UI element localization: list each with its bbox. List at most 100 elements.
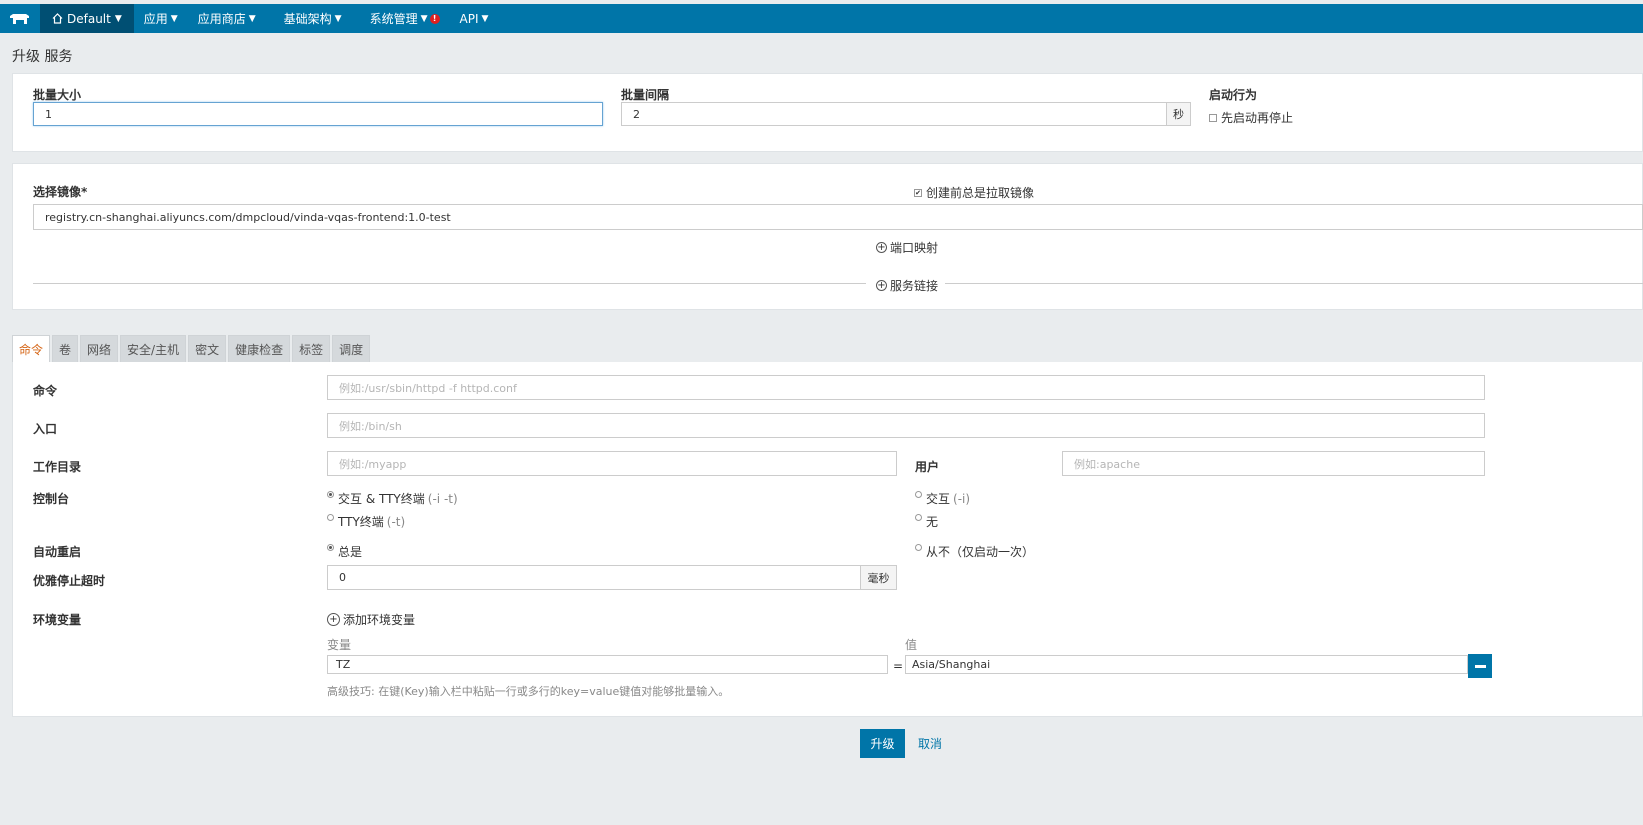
nav-infrastructure[interactable]: 基础架构 ▼ bbox=[266, 4, 360, 33]
tab-volumes[interactable]: 卷 bbox=[52, 335, 79, 363]
batch-size-label: 批量大小 bbox=[33, 88, 82, 102]
nav-api-label: API bbox=[459, 11, 479, 26]
tab-secrets[interactable]: 密文 bbox=[188, 335, 227, 363]
nav-catalog[interactable]: 应用商店 ▼ bbox=[188, 4, 266, 33]
stop-timeout-unit: 毫秒 bbox=[860, 565, 897, 590]
radio-dot-selected[interactable] bbox=[327, 544, 334, 551]
checkbox-box[interactable] bbox=[1209, 113, 1217, 122]
radio-label: 总是 bbox=[338, 545, 363, 559]
restart-radio-never[interactable]: 从不（仅启动一次） bbox=[915, 543, 1034, 560]
radio-dot[interactable] bbox=[915, 491, 922, 498]
user-label: 用户 bbox=[915, 460, 940, 474]
tab-network[interactable]: 网络 bbox=[80, 335, 119, 363]
service-link-label: 服务链接 bbox=[890, 279, 939, 293]
stop-timeout-input[interactable]: 0 bbox=[327, 565, 861, 590]
console-radio-none[interactable]: 无 bbox=[915, 513, 938, 530]
radio-dot-selected[interactable] bbox=[327, 491, 334, 498]
nav-apps[interactable]: 应用 ▼ bbox=[134, 4, 188, 33]
entrypoint-input[interactable]: 例如:/bin/sh bbox=[327, 413, 1485, 438]
tab-security[interactable]: 安全/主机 bbox=[120, 335, 187, 363]
env-switcher[interactable]: Default ▼ bbox=[40, 4, 134, 33]
pull-image-checkbox[interactable]: ✔ 创建前总是拉取镜像 bbox=[914, 184, 1034, 201]
command-label: 命令 bbox=[33, 384, 58, 398]
console-label: 控制台 bbox=[33, 492, 70, 506]
plus-circle-icon: + bbox=[876, 280, 887, 291]
workdir-input[interactable]: 例如:/myapp bbox=[327, 451, 897, 476]
checkbox-checked[interactable]: ✔ bbox=[914, 188, 922, 197]
radio-label: 交互 & TTY终端 bbox=[338, 492, 425, 506]
divider-left bbox=[33, 283, 866, 284]
console-radio-tty[interactable]: TTY终端 (-t) bbox=[327, 513, 405, 530]
radio-dot[interactable] bbox=[915, 514, 922, 521]
rancher-logo-icon[interactable] bbox=[0, 4, 40, 33]
radio-dot[interactable] bbox=[915, 544, 922, 551]
nav-catalog-label: 应用商店 bbox=[197, 12, 246, 26]
env-key-input[interactable]: TZ bbox=[327, 655, 888, 674]
start-behavior-label: 启动行为 bbox=[1209, 88, 1258, 102]
add-env-var-label: 添加环境变量 bbox=[343, 613, 416, 627]
port-mapping-label: 端口映射 bbox=[890, 241, 939, 255]
env-label: Default bbox=[67, 11, 111, 26]
cancel-button[interactable]: 取消 bbox=[918, 729, 942, 758]
chevron-down-icon: ▼ bbox=[481, 13, 489, 24]
minus-icon bbox=[1474, 664, 1486, 668]
console-radio-interactive-tty[interactable]: 交互 & TTY终端 (-i -t) bbox=[327, 490, 458, 507]
radio-label: 从不（仅启动一次） bbox=[926, 545, 1035, 559]
radio-label: 无 bbox=[926, 515, 939, 529]
port-mapping-link[interactable]: + 端口映射 bbox=[876, 239, 938, 256]
top-nav: Default ▼ 应用 ▼ 应用商店 ▼ 基础架构 ▼ 系统管理 ▼! API ▼ bbox=[0, 4, 1643, 33]
chevron-down-icon: ▼ bbox=[334, 13, 342, 24]
image-input[interactable]: registry.cn-shanghai.aliyuncs.com/dmpclo… bbox=[33, 204, 1643, 230]
env-tip: 高级技巧: 在键(Key)输入栏中粘贴一行或多行的key=value键值对能够批… bbox=[327, 685, 730, 698]
tab-health-check[interactable]: 健康检查 bbox=[228, 335, 291, 363]
radio-hint: (-i) bbox=[953, 491, 971, 506]
home-icon bbox=[52, 13, 63, 24]
start-first-label: 先启动再停止 bbox=[1221, 111, 1294, 125]
plus-circle-icon: + bbox=[327, 613, 340, 626]
upgrade-button[interactable]: 升级 bbox=[860, 729, 905, 758]
restart-label: 自动重启 bbox=[33, 545, 82, 559]
radio-hint: (-t) bbox=[386, 514, 406, 529]
plus-circle-icon: + bbox=[876, 242, 887, 253]
env-key-header: 变量 bbox=[327, 638, 352, 652]
entrypoint-label: 入口 bbox=[33, 422, 58, 436]
restart-radio-always[interactable]: 总是 bbox=[327, 543, 362, 560]
env-value-header: 值 bbox=[905, 638, 918, 652]
chevron-down-icon: ▼ bbox=[420, 13, 428, 24]
config-tabs: 命令 卷 网络 安全/主机 密文 健康检查 标签 调度 bbox=[12, 335, 372, 363]
divider-right bbox=[945, 283, 1643, 284]
env-vars-label: 环境变量 bbox=[33, 613, 82, 627]
tab-scheduling[interactable]: 调度 bbox=[332, 335, 371, 363]
batch-size-input[interactable]: 1 bbox=[33, 102, 603, 126]
nav-admin-label: 系统管理 bbox=[369, 12, 418, 26]
interval-unit: 秒 bbox=[1166, 102, 1191, 126]
chevron-down-icon: ▼ bbox=[170, 13, 178, 24]
command-input[interactable]: 例如:/usr/sbin/httpd -f httpd.conf bbox=[327, 375, 1485, 400]
remove-env-var-button[interactable] bbox=[1468, 654, 1492, 678]
alert-badge: ! bbox=[429, 13, 440, 24]
env-value-input[interactable]: Asia/Shanghai bbox=[905, 655, 1468, 674]
nav-apps-label: 应用 bbox=[143, 12, 168, 26]
pull-image-label: 创建前总是拉取镜像 bbox=[926, 186, 1035, 200]
service-link-link[interactable]: + 服务链接 bbox=[876, 277, 938, 294]
start-first-checkbox[interactable]: 先启动再停止 bbox=[1209, 109, 1293, 126]
batch-interval-label: 批量间隔 bbox=[621, 88, 670, 102]
radio-label: TTY终端 bbox=[338, 515, 384, 529]
image-label: 选择镜像* bbox=[33, 185, 88, 199]
batch-interval-input[interactable]: 2 bbox=[621, 102, 1167, 126]
tab-labels[interactable]: 标签 bbox=[292, 335, 331, 363]
stop-timeout-label: 优雅停止超时 bbox=[33, 574, 106, 588]
image-panel bbox=[12, 163, 1643, 310]
workdir-label: 工作目录 bbox=[33, 460, 82, 474]
radio-label: 交互 bbox=[926, 492, 951, 506]
console-radio-interactive[interactable]: 交互 (-i) bbox=[915, 490, 970, 507]
add-env-var-button[interactable]: + 添加环境变量 bbox=[327, 611, 415, 628]
radio-hint: (-i -t) bbox=[427, 491, 458, 506]
nav-admin[interactable]: 系统管理 ▼! bbox=[360, 4, 450, 33]
nav-api[interactable]: API ▼ bbox=[450, 4, 499, 33]
chevron-down-icon: ▼ bbox=[248, 13, 256, 24]
user-input[interactable]: 例如:apache bbox=[1062, 451, 1485, 476]
tab-command[interactable]: 命令 bbox=[12, 335, 51, 363]
nav-infra-label: 基础架构 bbox=[283, 12, 332, 26]
radio-dot[interactable] bbox=[327, 514, 334, 521]
